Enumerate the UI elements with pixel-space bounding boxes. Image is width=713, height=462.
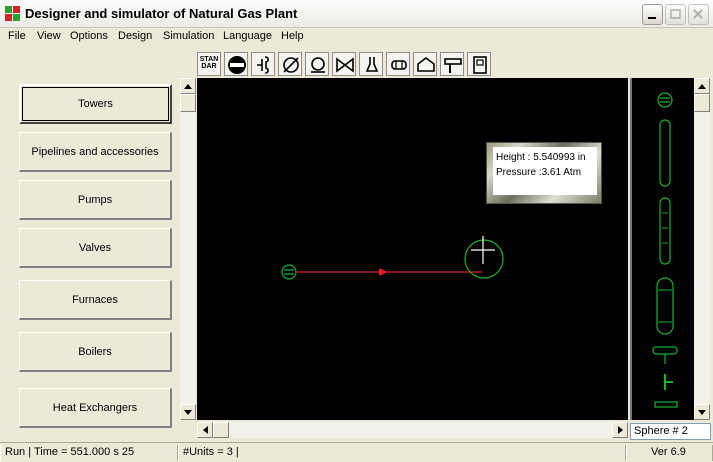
app-icon — [5, 6, 21, 22]
unit-info-content: Height : 5.540993 in Pressure :3.61 Atm — [493, 147, 597, 195]
pump-icon — [311, 57, 325, 73]
design-canvas[interactable]: Height : 5.540993 in Pressure :3.61 Atm — [197, 78, 628, 420]
arrow-left-icon — [202, 426, 208, 434]
category-towers-button[interactable]: Towers — [19, 84, 172, 124]
canvas-horizontal-scrollbar[interactable] — [197, 422, 628, 438]
menu-simulation[interactable]: Simulation — [163, 30, 214, 42]
pipe-fitting-icon[interactable] — [654, 374, 678, 408]
window-title: Designer and simulator of Natural Gas Pl… — [25, 6, 298, 21]
arrow-right-icon — [617, 426, 623, 434]
category-panel: Towers Pipelines and accessories Pumps V… — [0, 78, 180, 428]
connector-tool-button[interactable] — [251, 52, 275, 76]
height-readout: Height : 5.540993 in — [496, 152, 586, 163]
pipeline[interactable] — [297, 268, 482, 276]
category-pipelines-button[interactable]: Pipelines and accessories — [19, 132, 172, 172]
palette-drawing — [652, 92, 678, 408]
run-time-status: Run | Time = 551.000 s 25 — [0, 445, 178, 461]
unit-palette — [630, 78, 694, 420]
arrow-up-icon — [698, 83, 706, 89]
canvas-drawing — [281, 236, 504, 280]
category-heat-exchangers-button[interactable]: Heat Exchangers — [19, 388, 172, 428]
sphere-unit-1[interactable] — [281, 264, 297, 280]
maximize-icon — [670, 9, 681, 19]
palette-scroll-up-button[interactable] — [694, 78, 710, 94]
unit-info-tooltip: Height : 5.540993 in Pressure :3.61 Atm — [486, 142, 602, 204]
pressure-readout: Pressure :3.61 Atm — [496, 167, 582, 178]
status-bar: Run | Time = 551.000 s 25 #Units = 3 | V… — [0, 442, 713, 462]
tank-tool-button[interactable] — [386, 52, 410, 76]
sphere-selector-icon — [228, 56, 246, 74]
arrow-up-icon — [184, 83, 192, 89]
category-pumps-button[interactable]: Pumps — [19, 180, 172, 220]
standard-icon: STAN DAR — [199, 56, 219, 70]
connector-icon — [257, 56, 269, 74]
title-bar: Designer and simulator of Natural Gas Pl… — [0, 0, 713, 28]
close-button[interactable] — [688, 4, 709, 25]
tall-column-icon[interactable] — [659, 119, 671, 187]
diameter-tool-button[interactable] — [278, 52, 302, 76]
palette-scroll-down-button[interactable] — [694, 404, 710, 420]
hammer-tool-button[interactable] — [440, 52, 464, 76]
menu-help[interactable]: Help — [281, 30, 304, 42]
palette-scroll-thumb[interactable] — [694, 94, 710, 112]
sphere-small-icon[interactable] — [657, 92, 673, 108]
version-status: Ver 6.9 — [626, 445, 713, 461]
tee-fitting-icon[interactable] — [652, 346, 678, 364]
category-valves-button[interactable]: Valves — [19, 228, 172, 268]
maximize-button[interactable] — [665, 4, 686, 25]
selected-unit-field[interactable]: Sphere # 2 — [630, 423, 711, 440]
valve-tool-button[interactable] — [332, 52, 356, 76]
panel-tool-button[interactable] — [467, 52, 491, 76]
vessel-icon[interactable] — [656, 277, 674, 335]
arrow-down-icon — [184, 409, 192, 415]
scroll-left-button[interactable] — [197, 422, 213, 438]
sphere-unit-2[interactable] — [464, 239, 504, 279]
scroll-up-button[interactable] — [180, 78, 196, 94]
scroll-thumb[interactable] — [180, 94, 196, 112]
tray-column-icon[interactable] — [659, 197, 671, 265]
menu-bar: File View Options Design Simulation Lang… — [0, 28, 713, 47]
minimize-button[interactable] — [642, 4, 663, 25]
menu-file[interactable]: File — [8, 30, 26, 42]
units-count-status: #Units = 3 | — [178, 445, 626, 461]
tank-icon — [391, 60, 407, 70]
house-tool-button[interactable] — [413, 52, 437, 76]
category-furnaces-button[interactable]: Furnaces — [19, 280, 172, 320]
panel-icon — [473, 56, 487, 74]
menu-view[interactable]: View — [37, 30, 61, 42]
palette-scrollbar[interactable] — [694, 78, 710, 420]
flask-tool-button[interactable] — [359, 52, 383, 76]
valve-icon — [336, 57, 354, 73]
flask-icon — [365, 57, 379, 72]
menu-options[interactable]: Options — [70, 30, 108, 42]
arrow-down-icon — [698, 409, 706, 415]
diameter-icon — [283, 57, 299, 73]
menu-design[interactable]: Design — [118, 30, 152, 42]
category-scrollbar[interactable] — [180, 78, 196, 420]
close-icon — [693, 9, 703, 19]
hammer-icon — [444, 58, 462, 73]
house-icon — [417, 57, 435, 72]
sphere-selector-tool-button[interactable] — [224, 52, 248, 76]
pump-tool-button[interactable] — [305, 52, 329, 76]
minimize-icon — [648, 17, 656, 19]
horizontal-scroll-thumb[interactable] — [213, 422, 229, 438]
standard-tool-button[interactable]: STAN DAR — [197, 52, 221, 76]
category-boilers-button[interactable]: Boilers — [19, 332, 172, 372]
scroll-right-button[interactable] — [612, 422, 628, 438]
crosshair-cursor-icon — [471, 236, 495, 264]
scroll-down-button[interactable] — [180, 404, 196, 420]
menu-language[interactable]: Language — [223, 30, 272, 42]
